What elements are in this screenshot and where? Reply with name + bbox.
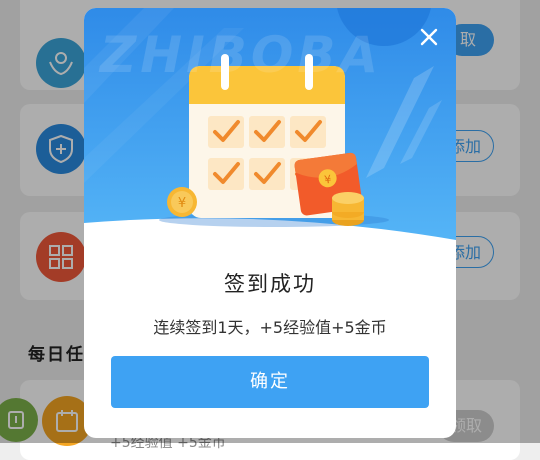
checkin-success-dialog: ¥ ¥ ZHIBOBA 签到成功 连续签到1天，+5经验值+5金币 确定 (84, 8, 456, 438)
banner-watermark: ZHIBOBA (100, 26, 383, 84)
confirm-button[interactable]: 确定 (111, 356, 429, 408)
reward-message: 连续签到1天，+5经验值+5金币 (153, 318, 387, 337)
dialog-title: 签到成功 (224, 272, 316, 296)
close-button[interactable] (414, 22, 444, 52)
svg-text:¥: ¥ (178, 196, 186, 211)
close-icon (420, 28, 438, 46)
dialog-banner: ¥ ¥ ZHIBOBA (84, 8, 456, 248)
